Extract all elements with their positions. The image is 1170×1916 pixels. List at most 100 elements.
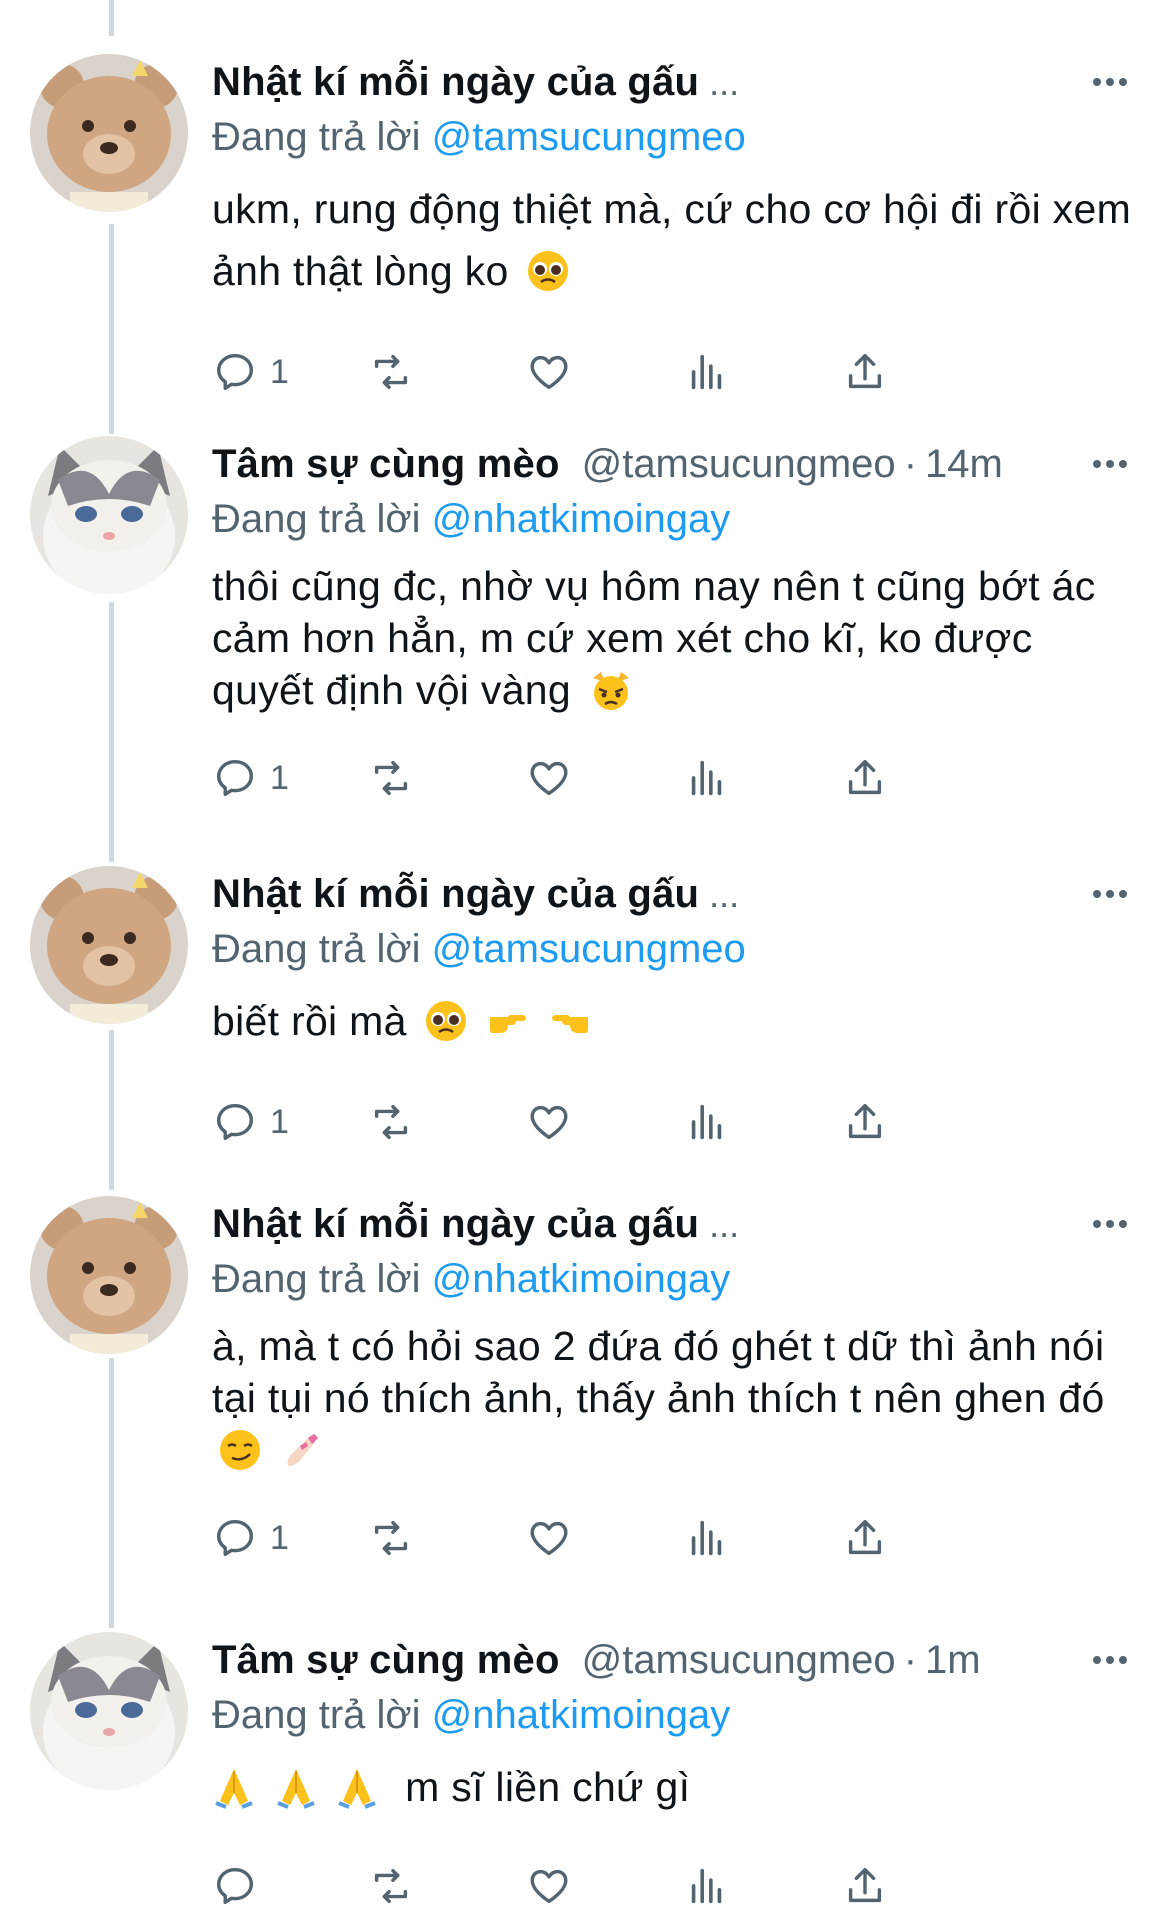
white-cat-avatar-icon <box>30 1632 188 1790</box>
views-button[interactable] <box>684 342 730 402</box>
views-button[interactable] <box>684 1092 730 1152</box>
retweet-button[interactable] <box>368 748 414 808</box>
analytics-icon <box>691 1520 722 1556</box>
avatar[interactable] <box>30 54 188 212</box>
reply-to-mention[interactable]: @tamsucungmeo <box>432 115 746 159</box>
views-button[interactable] <box>684 748 730 808</box>
retweet-button[interactable] <box>368 1092 414 1152</box>
name-ellipsis: ... <box>709 874 740 915</box>
reply-prefix: Đang trả lời <box>212 497 421 541</box>
share-icon <box>848 759 882 795</box>
share-icon <box>848 1867 882 1903</box>
retweet-button[interactable] <box>368 1508 414 1568</box>
reply-button[interactable]: 1 <box>212 748 289 808</box>
share-button[interactable] <box>842 1092 888 1152</box>
reply-context: Đang trả lời @nhatkimoingay <box>212 1688 1140 1742</box>
more-options-icon[interactable] <box>1080 1640 1140 1680</box>
reply-to-mention[interactable]: @tamsucungmeo <box>432 927 746 971</box>
analytics-icon <box>691 354 722 390</box>
reply-to-mention[interactable]: @nhatkimoingay <box>432 497 731 541</box>
author-name[interactable]: Tâm sự cùng mèo <box>212 1638 560 1682</box>
folded-hands-icon <box>274 1765 318 1809</box>
avatar[interactable] <box>30 1632 188 1790</box>
retweet-button[interactable] <box>368 1856 414 1916</box>
views-button[interactable] <box>684 1508 730 1568</box>
tweet-text: ukm, rung động thiệt mà, cứ cho cơ hội đ… <box>212 178 1140 302</box>
share-button[interactable] <box>842 1856 888 1916</box>
reply-prefix: Đang trả lời <box>212 927 421 971</box>
reply-count: 1 <box>270 1102 289 1141</box>
reply-count: 1 <box>270 1518 289 1557</box>
author-name[interactable]: Tâm sự cùng mèo <box>212 442 560 486</box>
heart-icon <box>530 761 568 796</box>
teddy-bear-avatar-icon <box>30 1196 188 1354</box>
tweet-actions: 1 <box>212 342 1140 402</box>
more-options-icon[interactable] <box>1080 1204 1140 1244</box>
pointing-right-icon <box>486 999 530 1043</box>
reply-count: 1 <box>270 758 289 797</box>
retweet-icon <box>374 760 408 796</box>
tweet-text-content: ukm, rung động thiệt mà, cứ cho cơ hội đ… <box>212 186 1132 294</box>
time-separator: · <box>903 442 918 486</box>
pointing-left-icon <box>548 999 592 1043</box>
folded-hands-icon <box>212 1765 256 1809</box>
like-button[interactable] <box>526 1856 572 1916</box>
retweet-button[interactable] <box>368 342 414 402</box>
thread-line <box>109 1030 114 1190</box>
avatar[interactable] <box>30 866 188 1024</box>
reply-to-mention[interactable]: @nhatkimoingay <box>432 1693 731 1737</box>
author-name[interactable]: Nhật kí mỗi ngày của gấu <box>212 1202 699 1246</box>
timestamp[interactable]: 1m <box>925 1638 981 1682</box>
author-handle[interactable]: @tamsucungmeo <box>582 1638 896 1682</box>
reply-count: 1 <box>270 352 289 391</box>
reply-prefix: Đang trả lời <box>212 1257 421 1301</box>
heart-icon <box>530 1869 568 1904</box>
reply-button[interactable]: 1 <box>212 1092 289 1152</box>
tweet-text: biết rồi mà <box>212 990 1140 1052</box>
analytics-icon <box>691 760 722 796</box>
time-separator: · <box>903 1638 918 1682</box>
share-button[interactable] <box>842 748 888 808</box>
avatar[interactable] <box>30 1196 188 1354</box>
like-button[interactable] <box>526 1508 572 1568</box>
tweet-text-content: thôi cũng đc, nhờ vụ hôm nay nên t cũng … <box>212 563 1096 713</box>
like-button[interactable] <box>526 1092 572 1152</box>
more-options-icon[interactable] <box>1080 444 1140 484</box>
reply-button[interactable]: 1 <box>212 342 289 402</box>
reply-button[interactable]: 1 <box>212 1508 289 1568</box>
share-icon <box>848 1103 882 1139</box>
author-handle[interactable]: @tamsucungmeo <box>582 442 896 486</box>
tweet-text-content: à, mà t có hỏi sao 2 đứa đó ghét t dữ th… <box>212 1323 1105 1421</box>
reply-icon <box>216 353 254 391</box>
reply-icon <box>216 1103 254 1141</box>
author-name[interactable]: Nhật kí mỗi ngày của gấu <box>212 872 699 916</box>
author-name[interactable]: Nhật kí mỗi ngày của gấu <box>212 60 699 104</box>
like-button[interactable] <box>526 342 572 402</box>
analytics-icon <box>691 1868 722 1904</box>
pleading-face-icon <box>526 249 570 293</box>
share-button[interactable] <box>842 1508 888 1568</box>
retweet-icon <box>374 354 408 390</box>
share-button[interactable] <box>842 342 888 402</box>
thread-line <box>109 0 114 36</box>
like-button[interactable] <box>526 748 572 808</box>
timestamp[interactable]: 14m <box>925 442 1003 486</box>
views-button[interactable] <box>684 1856 730 1916</box>
teddy-bear-avatar-icon <box>30 54 188 212</box>
avatar[interactable] <box>30 436 188 594</box>
reply-to-mention[interactable]: @nhatkimoingay <box>432 1257 731 1301</box>
heart-icon <box>530 1521 568 1556</box>
tweet-actions: 1 <box>212 1508 1140 1568</box>
analytics-icon <box>691 1104 722 1140</box>
share-icon <box>848 353 882 389</box>
retweet-icon <box>374 1868 408 1904</box>
more-options-icon[interactable] <box>1080 874 1140 914</box>
reply-icon <box>216 1867 254 1905</box>
more-options-icon[interactable] <box>1080 62 1140 102</box>
tweet-actions: 1 <box>212 748 1140 808</box>
thread-line <box>109 602 114 862</box>
reply-button[interactable] <box>212 1856 258 1916</box>
reply-context: Đang trả lời @nhatkimoingay <box>212 1252 1140 1306</box>
smirking-face-icon <box>218 1428 262 1472</box>
tweet-text: thôi cũng đc, nhờ vụ hôm nay nên t cũng … <box>212 560 1140 716</box>
